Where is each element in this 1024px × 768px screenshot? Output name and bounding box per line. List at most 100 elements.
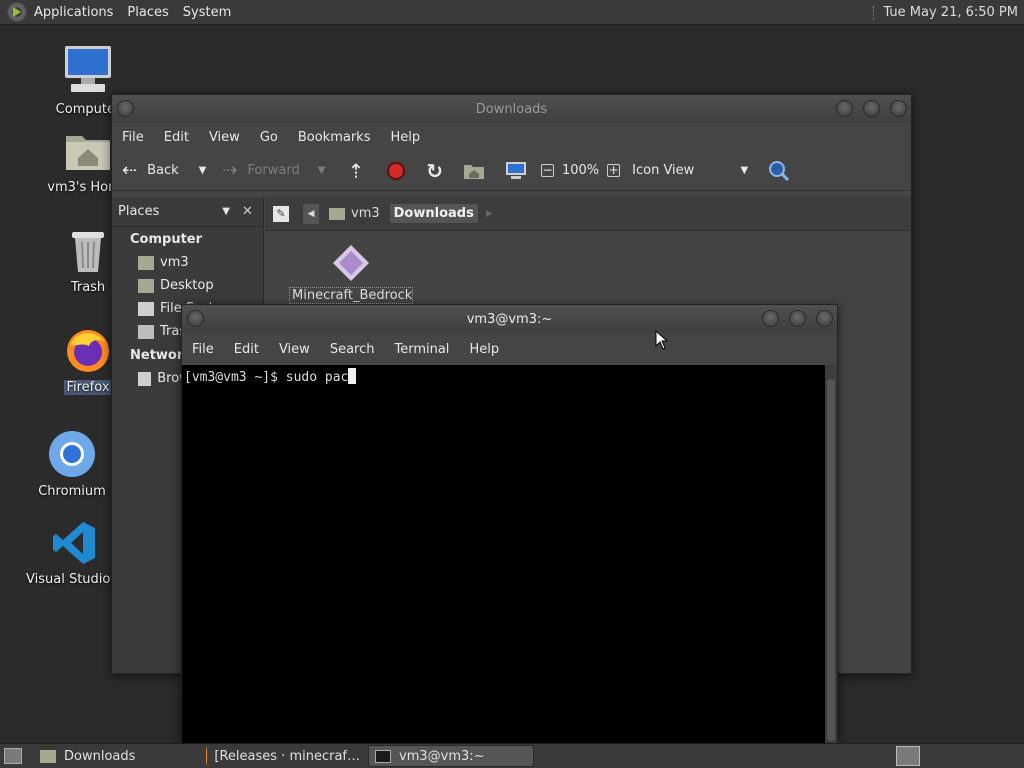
task-downloads[interactable]: Downloads (34, 745, 198, 767)
zoom-out-button[interactable]: − (540, 163, 554, 177)
back-arrow-icon: ⇠ (122, 160, 138, 181)
file-item[interactable]: Minecraft_Bedrock_ (289, 243, 413, 304)
menu-file[interactable]: File (112, 130, 154, 145)
minimize-button[interactable] (762, 310, 779, 327)
terminal-titlebar[interactable]: vm3@vm3:~ (182, 305, 837, 333)
desktop-icon-chromium[interactable]: Chromium (24, 430, 120, 503)
task-label: [Releases · minecraf… (214, 748, 360, 764)
desktop-icon-label: Chromium (38, 484, 106, 499)
zoom-in-button[interactable]: + (607, 163, 621, 177)
task-firefox[interactable]: [Releases · minecraf… (200, 745, 366, 767)
terminal-scrollbar[interactable] (825, 365, 837, 743)
menu-bookmarks[interactable]: Bookmarks (288, 130, 381, 145)
dropdown-arrow-icon: ▼ (317, 165, 326, 176)
stop-icon (387, 161, 406, 180)
clock-label: Tue May 21, 6:50 PM (883, 5, 1018, 20)
desktop-icon-vscode[interactable]: Visual Studio Code (26, 520, 122, 591)
menu-terminal[interactable]: Terminal (384, 342, 459, 357)
vscode-icon (26, 520, 122, 570)
menu-go[interactable]: Go (250, 130, 288, 145)
applications-menu[interactable]: Applications (34, 5, 113, 20)
sidebar-item-label: Desktop (160, 278, 214, 293)
zoom-in-icon: + (607, 163, 621, 177)
maximize-button[interactable] (863, 100, 880, 117)
window-menu-button[interactable] (117, 100, 134, 117)
zoom-level[interactable]: 100% (562, 163, 599, 178)
folder-icon (40, 749, 56, 763)
edit-location-icon[interactable]: ✎ (273, 205, 289, 222)
desktop-icon-label: Visual Studio Code (26, 572, 122, 587)
reload-icon: ↻ (426, 158, 443, 183)
zoom-out-icon: − (540, 163, 554, 177)
menu-view[interactable]: View (269, 342, 320, 357)
file-manager-toolbar: ⇠ Back ▼ ⇢ Forward ▼ ⇡ ↻ − 100% + Icon V… (112, 151, 911, 191)
menu-search[interactable]: Search (320, 342, 385, 357)
path-forward-icon[interactable]: ▶ (486, 209, 493, 219)
forward-button[interactable]: ⇢ Forward (222, 160, 299, 181)
show-desktop-icon[interactable] (4, 748, 22, 764)
view-mode-select[interactable]: Icon View ▼ (632, 163, 748, 178)
mouse-pointer-icon (655, 330, 669, 350)
close-sidebar-icon[interactable]: ✕ (242, 204, 253, 219)
back-button[interactable]: ⇠ Back (122, 160, 179, 181)
path-back-icon[interactable]: ◀ (303, 203, 319, 224)
sidebar-item-desktop[interactable]: Desktop (112, 274, 263, 297)
file-name: Minecraft_Bedrock_ (289, 287, 413, 304)
search-button[interactable] (768, 160, 790, 182)
back-history-dropdown[interactable]: ▼ (199, 165, 207, 176)
menu-help[interactable]: Help (380, 130, 430, 145)
computer-icon (40, 44, 136, 100)
desktop-folder-icon (138, 278, 154, 293)
system-menu[interactable]: System (183, 5, 231, 20)
home-folder-icon (329, 207, 345, 220)
forward-history-dropdown[interactable]: ▼ (318, 165, 326, 176)
top-panel: Applications Places System Tue May 21, 6… (0, 0, 1024, 25)
sidebar-item-label: vm3 (160, 255, 189, 270)
window-title: vm3@vm3:~ (466, 311, 553, 327)
menu-edit[interactable]: Edit (224, 342, 269, 357)
location-bar: ✎ ◀ vm3 Downloads ▶ (265, 197, 911, 231)
terminal-icon (375, 749, 391, 763)
maximize-button[interactable] (789, 310, 806, 327)
computer-icon (505, 161, 526, 179)
task-label: Downloads (64, 748, 136, 764)
path-button-downloads[interactable]: Downloads (389, 204, 478, 223)
network-icon (138, 371, 152, 386)
terminal-output[interactable]: [vm3@vm3 ~]$ sudo pac (182, 365, 825, 743)
home-folder-icon (138, 255, 154, 270)
minimize-button[interactable] (836, 100, 853, 117)
terminal-prompt: [vm3@vm3 ~]$ (184, 370, 286, 385)
up-button[interactable]: ⇡ (347, 159, 364, 183)
close-button[interactable] (890, 100, 907, 117)
file-manager-titlebar[interactable]: Downloads (112, 95, 911, 123)
workspace-switcher-icon[interactable] (896, 746, 920, 766)
places-menu[interactable]: Places (127, 5, 168, 20)
path-button-vm3[interactable]: vm3 (325, 206, 384, 221)
back-label: Back (147, 163, 179, 178)
menu-file[interactable]: File (182, 342, 224, 357)
terminal-input: sudo pac (285, 370, 349, 385)
menu-edit[interactable]: Edit (154, 130, 199, 145)
sidebar-item-vm3[interactable]: vm3 (112, 251, 263, 274)
sidebar-selector[interactable]: Places ▼ (118, 204, 234, 219)
computer-button[interactable] (505, 161, 527, 181)
home-button[interactable] (463, 162, 485, 180)
file-manager-menubar: File Edit View Go Bookmarks Help (112, 123, 911, 151)
menu-view[interactable]: View (199, 130, 250, 145)
package-icon (333, 245, 369, 281)
clock[interactable]: Tue May 21, 6:50 PM (873, 0, 1024, 25)
scrollbar-thumb[interactable] (827, 379, 835, 741)
window-menu-button[interactable] (187, 310, 204, 327)
stop-button[interactable] (386, 161, 406, 181)
drive-icon (138, 301, 154, 316)
bottom-panel: Downloads [Releases · minecraf… vm3@vm3:… (0, 743, 1024, 768)
distro-logo-icon[interactable] (6, 1, 28, 23)
task-terminal[interactable]: vm3@vm3:~ (368, 745, 534, 767)
reload-button[interactable]: ↻ (426, 159, 443, 183)
search-icon (769, 160, 790, 181)
dropdown-arrow-icon: ▼ (740, 165, 749, 176)
up-arrow-icon: ⇡ (347, 158, 365, 183)
menu-help[interactable]: Help (459, 342, 509, 357)
close-button[interactable] (816, 310, 833, 327)
window-title: Downloads (475, 101, 548, 117)
